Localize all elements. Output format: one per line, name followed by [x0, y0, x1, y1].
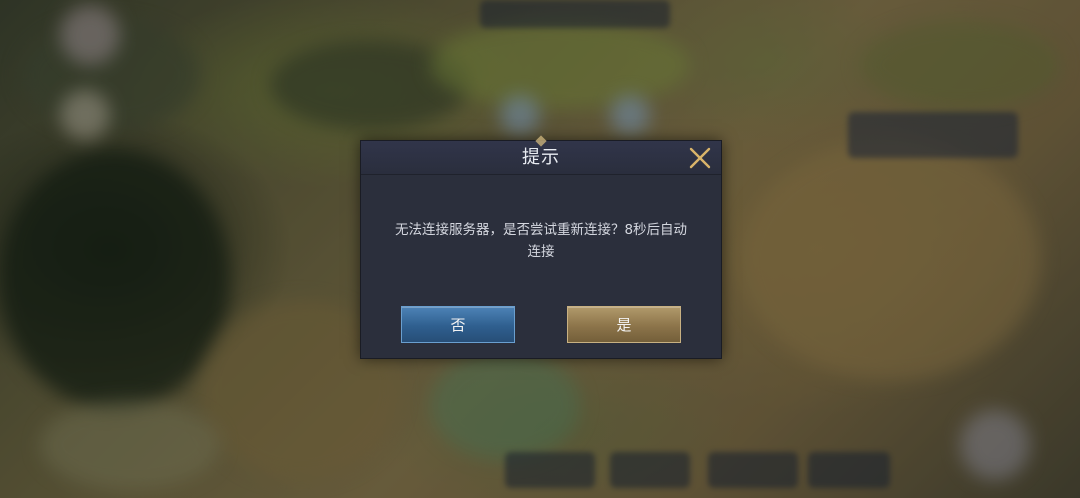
dialog-message: 无法连接服务器，是否尝试重新连接？8秒后自动 连接: [381, 219, 701, 263]
dialog-message-line: 连接: [527, 244, 555, 260]
no-button[interactable]: 否: [401, 306, 515, 343]
dialog-title: 提示: [522, 147, 560, 168]
close-button[interactable]: [687, 145, 713, 171]
close-icon: [689, 147, 711, 169]
reconnect-dialog: 提示 无法连接服务器，是否尝试重新连接？8秒后自动 连接 否 是: [360, 135, 722, 359]
dialog-message-line: 无法连接服务器，是否尝试重新连接？8秒后自动: [394, 222, 688, 238]
yes-button[interactable]: 是: [567, 306, 681, 343]
